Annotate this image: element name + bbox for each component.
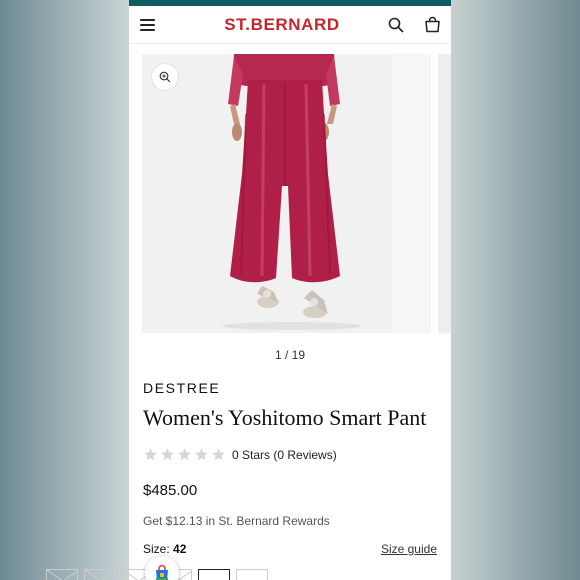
selected-size: 42 [173,542,187,556]
gallery-pager: 1 / 19 [274,348,306,362]
size-option-unavailable[interactable] [46,569,78,580]
star-icon [178,448,191,461]
star-icon [195,448,208,461]
size-option[interactable] [236,569,268,580]
rating-stars [143,447,226,462]
header-actions [387,16,441,34]
product-title: Women's Yoshitomo Smart Pant [143,405,427,430]
star-icon [212,448,225,461]
product-gallery[interactable] [129,54,451,344]
hamburger-menu-icon[interactable] [140,18,155,31]
star-icon [144,448,157,461]
next-image-peek[interactable] [438,54,451,333]
product-rating[interactable]: 0 Stars (0 Reviews) [143,447,451,462]
search-icon[interactable] [387,16,405,34]
product-image[interactable] [142,54,431,333]
size-guide-link[interactable]: Size guide [381,542,437,556]
site-header: ST.BERNARD [129,6,451,44]
zoom-in-icon[interactable] [152,64,178,90]
product-brand[interactable]: DESTREE [143,380,451,396]
size-label: Size: [143,542,174,556]
star-icon [161,448,174,461]
site-logo[interactable]: ST.BERNARD [224,15,340,35]
size-option-unavailable[interactable] [84,569,116,580]
rating-text[interactable]: 0 Stars (0 Reviews) [232,448,337,462]
shopping-bag-icon[interactable] [423,16,441,34]
size-option-selected[interactable] [198,569,230,580]
mobile-page: ST.BERNARD 1 / 19 DESTREE Women's Yoshit… [129,0,451,580]
product-price: $485.00 [143,482,198,499]
rewards-text: Get $12.13 in St. Bernard Rewards [143,514,330,528]
size-row: Size: 42 Size guide [143,542,437,556]
size-label-group: Size: 42 [143,542,186,556]
